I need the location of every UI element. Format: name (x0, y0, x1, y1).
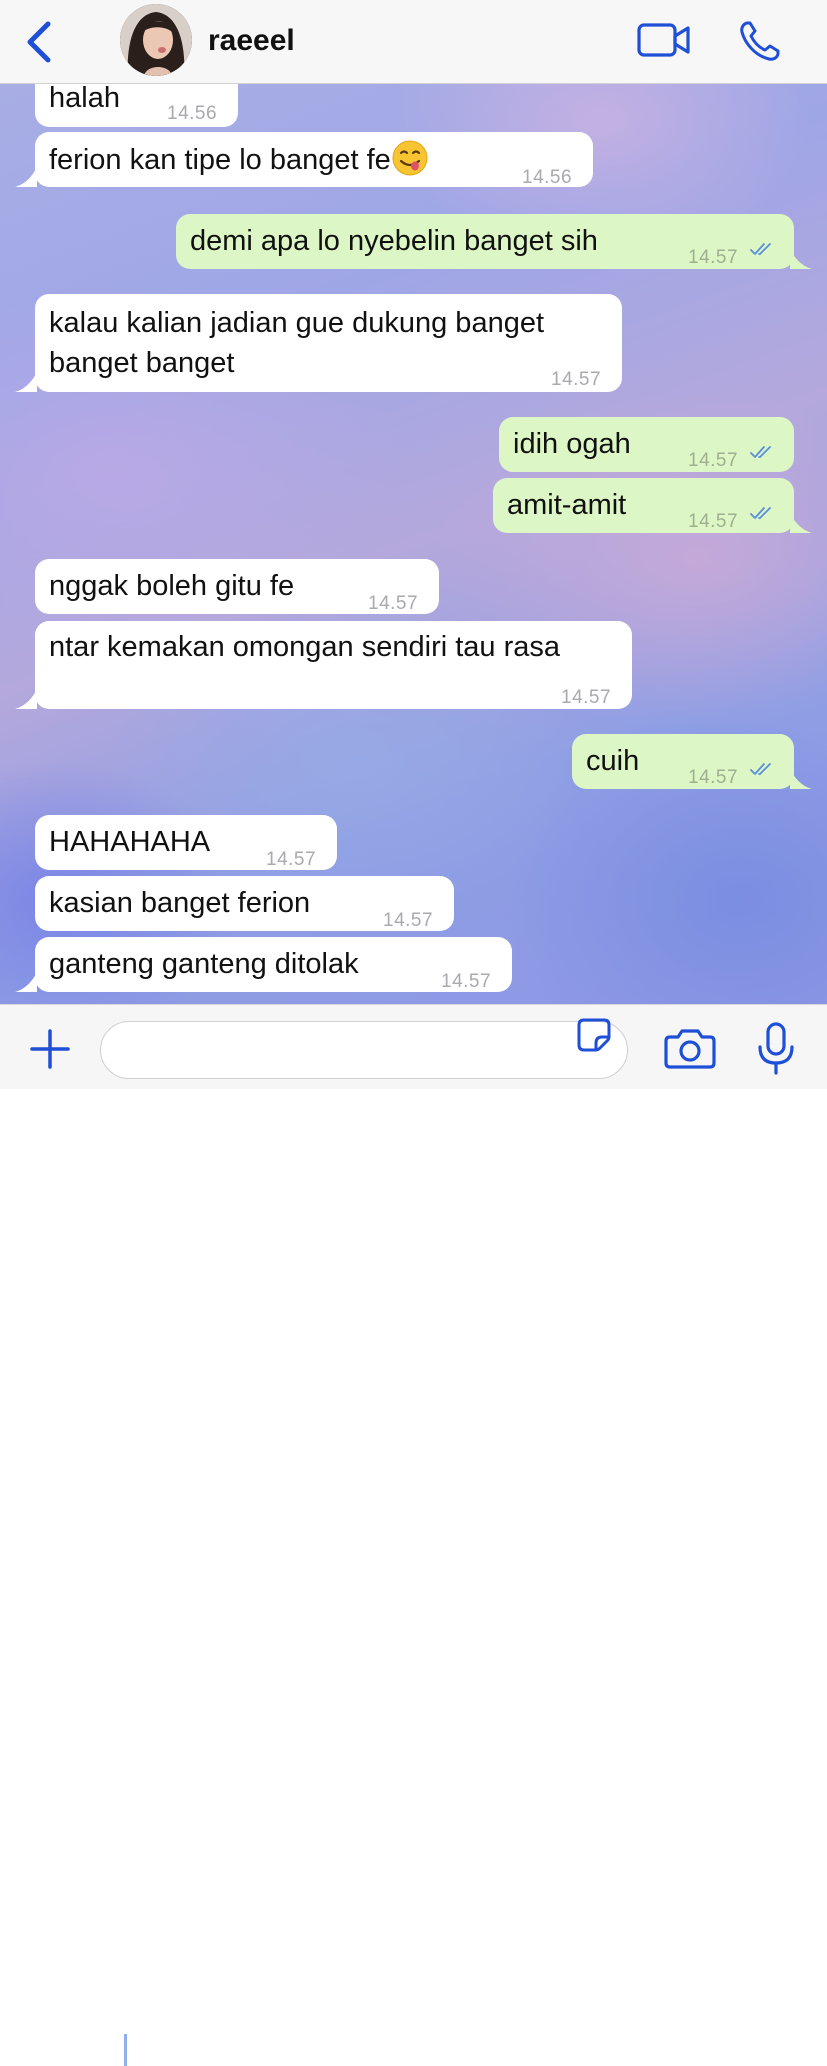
message-text-content: ferion kan tipe lo banget fe (49, 144, 391, 176)
message-text: cuih (586, 745, 640, 777)
read-ticks-icon (750, 507, 771, 519)
message-text-line-2: banget banget (49, 347, 235, 379)
message-text: ntar kemakan omongan sendiri tau rasa (49, 631, 561, 663)
chevron-left-icon (27, 21, 51, 63)
message-bubble-incoming[interactable]: kalau kalian jadian gue dukung banget ba… (35, 294, 622, 392)
message-bubble-incoming[interactable]: ntar kemakan omongan sendiri tau rasa 14… (35, 621, 632, 709)
message-bubble-outgoing[interactable]: idih ogah 14.57 (499, 417, 794, 472)
voice-call-button[interactable] (738, 20, 782, 62)
message-timestamp: 14.57 (688, 511, 739, 532)
message-text: kalau kalian jadian gue dukung banget (49, 307, 545, 339)
message-list[interactable]: halah 14.56 ferion kan tipe lo banget fe… (0, 84, 827, 1004)
message-text: nggak boleh gitu fe (49, 570, 295, 602)
bubble-tail (15, 972, 37, 992)
message-text: halah (49, 84, 120, 114)
face-savoring-food-emoji (392, 140, 428, 176)
message-bubble-incoming[interactable]: ganteng ganteng ditolak 14.57 (35, 937, 512, 992)
message-bubble-incoming[interactable]: kasian banget ferion 14.57 (35, 876, 454, 931)
message-text: amit-amit (507, 489, 627, 521)
message-timestamp: 14.56 (522, 167, 573, 188)
read-ticks-icon (750, 243, 771, 255)
text-cursor (124, 2034, 127, 2066)
bubble-tail (15, 167, 37, 187)
message-bubble-incoming[interactable]: halah 14.56 (35, 84, 238, 127)
message-bubble-outgoing[interactable]: demi apa lo nyebelin banget sih 14.57 (176, 214, 794, 269)
back-button[interactable] (22, 20, 58, 64)
avatar-photo (120, 4, 192, 76)
avatar[interactable] (120, 4, 192, 76)
message-timestamp: 14.57 (688, 247, 739, 268)
message-timestamp: 14.56 (167, 103, 218, 124)
attach-button[interactable] (28, 1027, 72, 1071)
message-timestamp: 14.57 (383, 910, 434, 931)
sticker-button[interactable] (576, 1017, 612, 1053)
message-bubble-incoming[interactable]: nggak boleh gitu fe 14.57 (35, 559, 439, 614)
message-text: idih ogah (513, 428, 631, 460)
message-text: kasian banget ferion (49, 887, 311, 919)
message-text: ganteng ganteng ditolak (49, 948, 359, 980)
message-timestamp: 14.57 (266, 849, 317, 870)
bubble-tail (15, 689, 37, 709)
message-timestamp: 14.57 (561, 687, 612, 708)
message-timestamp: 14.57 (688, 767, 739, 788)
phone-icon (740, 21, 780, 61)
video-camera-icon (637, 23, 690, 57)
video-call-button[interactable] (636, 22, 692, 58)
message-timestamp: 14.57 (688, 450, 739, 471)
camera-button[interactable] (664, 1027, 716, 1071)
read-ticks-icon (750, 763, 771, 775)
sticker-icon (577, 1018, 611, 1052)
message-text: HAHAHAHA (49, 826, 211, 858)
contact-name[interactable]: raeeel (208, 22, 295, 60)
bubble-tail (790, 769, 812, 789)
bubble-tail (15, 372, 37, 392)
message-bubble-incoming[interactable]: ferion kan tipe lo banget fe 14.56 (35, 132, 593, 188)
message-text: ferion kan tipe lo banget fe (49, 139, 429, 180)
plus-icon (30, 1029, 70, 1069)
message-text: demi apa lo nyebelin banget sih (190, 225, 598, 257)
camera-icon (664, 1029, 716, 1069)
bubble-tail (790, 249, 812, 269)
message-timestamp: 14.57 (368, 593, 419, 614)
message-input-bar (0, 1004, 827, 2066)
microphone-icon (758, 1022, 794, 1075)
message-input[interactable] (100, 1021, 628, 1079)
chat-header: raeeel (0, 0, 827, 84)
microphone-button[interactable] (756, 1021, 796, 1077)
message-bubble-outgoing[interactable]: amit-amit 14.57 (493, 478, 794, 533)
message-bubble-outgoing[interactable]: cuih 14.57 (572, 734, 794, 789)
bubble-tail (790, 513, 812, 533)
message-timestamp: 14.57 (441, 971, 492, 992)
message-bubble-incoming[interactable]: HAHAHAHA 14.57 (35, 815, 337, 870)
message-timestamp: 14.57 (551, 369, 602, 390)
read-ticks-icon (750, 446, 771, 458)
